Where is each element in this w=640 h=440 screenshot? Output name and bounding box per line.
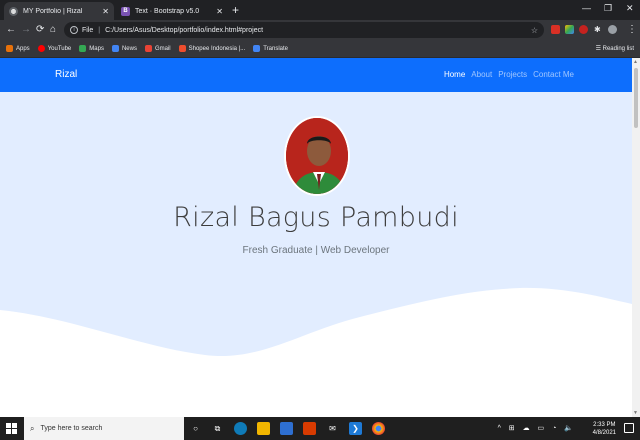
bookmark-maps[interactable]: Maps [79,45,104,52]
clock-time: 2:33 PM [593,422,616,428]
maps-icon [79,45,87,52]
close-tab-icon[interactable]: ✕ [102,7,109,16]
bookmark-label: Gmail [154,45,171,52]
youtube-icon [37,45,45,52]
close-tab-icon[interactable]: ✕ [216,7,223,16]
profile-photo [284,116,350,196]
bookmark-gmail[interactable]: Gmail [144,45,171,52]
hero-tagline: Fresh Graduate | Web Developer [242,245,390,256]
extensions-puzzle-icon[interactable]: ✱ [594,25,601,34]
nav-link-contact[interactable]: Contact Me [533,70,574,79]
reading-list-button[interactable]: ☰ Reading list [596,45,634,52]
bookmark-shopee[interactable]: Shopee Indonesia |... [178,45,246,52]
bookmark-label: Shopee Indonesia |... [188,45,246,52]
page-viewport: Rizal Home About Projects Contact Me Riz… [0,58,632,417]
scroll-up-icon[interactable]: ▲ [633,59,638,65]
tab-bootstrap-text[interactable]: B Text · Bootstrap v5.0 ✕ [116,2,228,20]
office-icon[interactable] [303,422,316,435]
store-icon[interactable] [280,422,293,435]
bookmark-translate[interactable]: Translate [253,45,288,52]
windows-taskbar: ⌕ Type here to search ○ ⧉ ✉ ❯ ^ ⊞ ☁ ▭ ◔ … [0,417,640,440]
tab-title: MY Portfolio | Rizal [23,7,83,15]
profile-avatar-icon[interactable] [608,25,617,34]
bookmark-apps[interactable]: Apps [6,45,30,52]
gmail-icon [144,45,152,52]
windows-start-icon[interactable] [6,423,17,434]
notification-icon[interactable] [624,423,634,433]
hero-name: Rizal Bagus Pambudi [173,202,459,233]
browser-toolbar: ← → ⟳ ⌂ i File | C:/Users/Asus/Desktop/p… [0,20,640,40]
nav-link-home[interactable]: Home [444,70,465,79]
taskbar-search-box[interactable]: ⌕ Type here to search [24,417,184,440]
system-tray-icons[interactable]: ^ ⊞ ☁ ▭ ◔ 🔈 [498,424,576,432]
adblock-icon[interactable] [579,25,588,34]
bookmark-news[interactable]: News [111,45,137,52]
hero-section: Rizal Bagus Pambudi Fresh Graduate | Web… [0,92,632,417]
vscode-icon[interactable]: ❯ [349,422,362,435]
scroll-down-icon[interactable]: ▼ [633,410,638,416]
page-scrollbar[interactable]: ▲ ▼ [632,58,640,417]
bookmark-label: Translate [263,45,289,52]
search-icon: ⌕ [30,423,35,433]
task-view-icon[interactable]: ⧉ [211,422,224,435]
extension-red-icon[interactable] [551,25,560,34]
edge-icon[interactable] [234,422,247,435]
extension-multicolor-icon[interactable] [565,25,574,34]
nav-link-projects[interactable]: Projects [498,70,527,79]
search-placeholder: Type here to search [40,425,103,432]
bookmark-label: YouTube [47,45,72,52]
taskbar-clock[interactable]: 2:33 PM 4/8/2021 [593,421,616,437]
file-explorer-icon[interactable] [257,422,270,435]
apps-grid-icon [6,45,13,52]
url-scheme: File [82,26,94,34]
bookmarks-bar: Apps YouTube Maps News Gmail Shopee Indo… [0,40,640,58]
bookmark-star-icon[interactable]: ☆ [531,26,538,35]
tab-my-portfolio[interactable]: ◍ MY Portfolio | Rizal ✕ [4,2,114,20]
bookmark-label: Maps [89,45,104,52]
chrome-icon[interactable] [372,422,385,435]
tab-title: Text · Bootstrap v5.0 [135,7,200,15]
globe-icon: ◍ [9,6,18,16]
navbar-brand[interactable]: Rizal [55,69,77,80]
address-bar[interactable]: i File | C:/Users/Asus/Desktop/portfolio… [64,22,544,38]
forward-arrow-icon[interactable]: → [21,24,31,35]
plus-icon[interactable]: + [232,3,239,17]
nav-link-about[interactable]: About [471,70,492,79]
bookmark-label: Apps [16,45,30,52]
cortana-icon[interactable]: ○ [189,422,202,435]
home-icon[interactable]: ⌂ [50,24,56,35]
close-window-icon[interactable]: ✕ [626,3,634,14]
translate-icon [253,45,261,52]
scrollbar-thumb[interactable] [634,68,638,128]
site-navbar: Rizal Home About Projects Contact Me [0,58,632,92]
back-arrow-icon[interactable]: ← [6,24,16,35]
bookmark-label: News [121,45,137,52]
minimize-icon[interactable]: — [582,3,591,13]
info-icon[interactable]: i [70,26,78,34]
browser-tab-strip: ◍ MY Portfolio | Rizal ✕ B Text · Bootst… [0,0,640,20]
url-text: C:/Users/Asus/Desktop/portfolio/index.ht… [105,26,264,34]
navbar-links: Home About Projects Contact Me [444,70,574,79]
news-icon [111,45,119,52]
reading-list-label: Reading list [602,46,634,52]
url-separator: | [98,26,101,34]
bootstrap-icon: B [121,6,130,16]
bookmark-youtube[interactable]: YouTube [37,45,72,52]
reading-list-icon: ☰ [595,46,603,52]
reload-icon[interactable]: ⟳ [36,24,44,35]
shopee-icon [178,45,186,52]
mail-icon[interactable]: ✉ [326,422,339,435]
more-menu-icon[interactable]: ⋮ [627,24,637,35]
restore-icon[interactable]: ❐ [604,3,612,14]
clock-date: 4/8/2021 [592,430,616,436]
